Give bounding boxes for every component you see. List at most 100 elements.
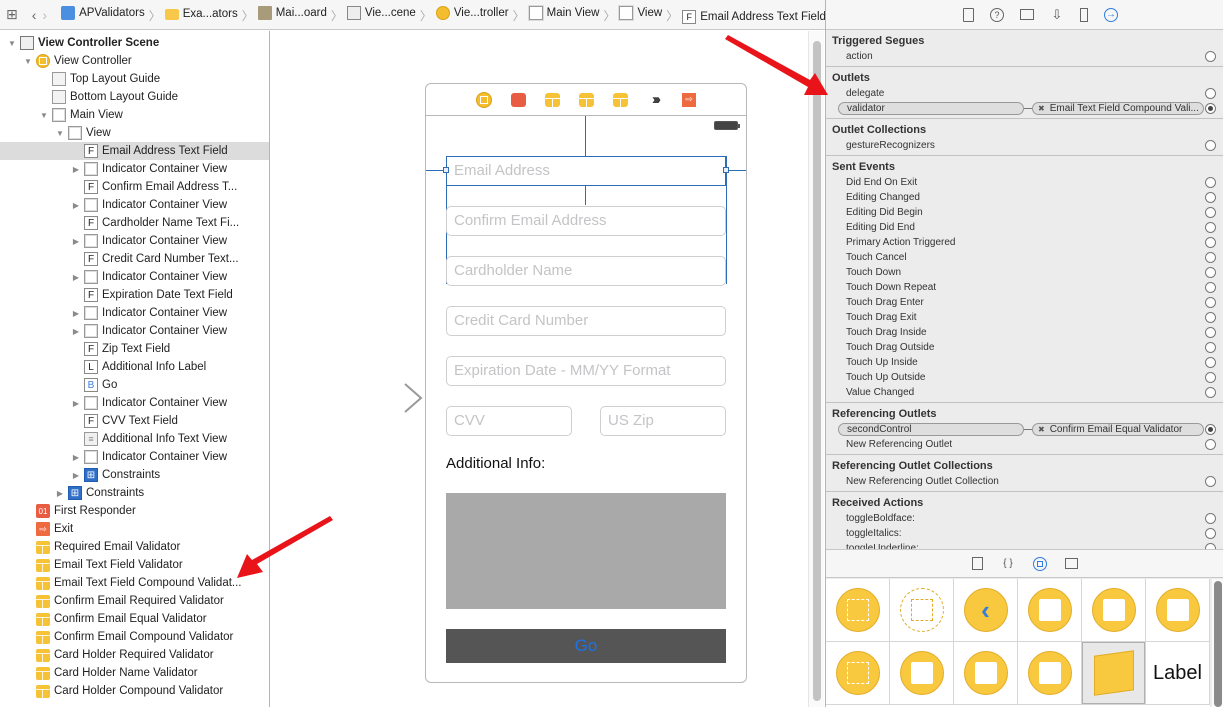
resize-handle[interactable]	[443, 167, 449, 173]
connection-circle-icon[interactable]	[1205, 222, 1216, 233]
connection-circle-icon[interactable]	[1205, 387, 1216, 398]
outline-item[interactable]: L Additional Info Label	[0, 358, 269, 376]
connection-circle-icon[interactable]	[1205, 476, 1216, 487]
connection-circle-icon[interactable]	[1205, 140, 1216, 151]
outline-item[interactable]: F CVV Text Field	[0, 412, 269, 430]
canvas-scrollbar[interactable]	[808, 31, 824, 707]
connection-circle-icon[interactable]	[1205, 192, 1216, 203]
outline-item[interactable]: ▶ ⊞ Constraints	[0, 466, 269, 484]
back-button[interactable]: ‹	[32, 7, 37, 23]
connection-circle-icon[interactable]	[1205, 297, 1216, 308]
more-chevrons-icon[interactable]: ›››	[647, 91, 663, 108]
outline-item[interactable]: ▶ Indicator Container View	[0, 448, 269, 466]
connection-circle-icon[interactable]	[1205, 513, 1216, 524]
outline-item[interactable]: ▶ Indicator Container View	[0, 268, 269, 286]
outline-item[interactable]: ▶ ⊞ Constraints	[0, 484, 269, 502]
outline-item[interactable]: F Zip Text Field	[0, 340, 269, 358]
size-inspector-icon[interactable]	[1080, 7, 1088, 22]
connection-circle-icon[interactable]	[1205, 312, 1216, 323]
attributes-inspector-icon[interactable]: ⇩	[1050, 7, 1064, 22]
label-object[interactable]: Label	[1146, 642, 1210, 705]
outline-item[interactable]: Card Holder Compound Validator	[0, 682, 269, 700]
disclosure-triangle-icon[interactable]: ▶	[71, 273, 81, 282]
breadcrumb-item[interactable]: F Email Address Text Field	[682, 9, 825, 24]
disclosure-triangle-icon[interactable]: ▼	[23, 57, 33, 66]
disclosure-triangle-icon[interactable]: ▶	[71, 237, 81, 246]
outline-item[interactable]: B Go	[0, 376, 269, 394]
breadcrumb-item[interactable]: Mai...oard	[257, 5, 327, 20]
connection-circle-icon[interactable]	[1205, 252, 1216, 263]
connection-circle-icon[interactable]	[1205, 177, 1216, 188]
credit-card-number-field[interactable]: Credit Card Number	[446, 306, 726, 336]
object-library-icon[interactable]	[1033, 556, 1047, 571]
disclosure-triangle-icon[interactable]: ▼	[55, 129, 65, 138]
collection-view-controller-object[interactable]	[1082, 579, 1146, 642]
connection-circle-icon[interactable]	[1205, 237, 1216, 248]
related-items-icon[interactable]: ⊞	[6, 6, 18, 23]
media-library-icon[interactable]	[1065, 558, 1078, 569]
forward-button[interactable]: ›	[42, 7, 47, 23]
outline-item[interactable]: ▼ View Controller Scene	[0, 34, 269, 52]
object-cube-icon[interactable]	[545, 92, 560, 107]
split-view-controller-object[interactable]	[826, 642, 890, 705]
breadcrumb-item[interactable]: Exa...ators	[164, 8, 238, 20]
expiration-date-field[interactable]: Expiration Date - MM/YY Format	[446, 356, 726, 386]
storyboard-canvas[interactable]: ››› ⇨ Email Address Confirm Email Addres…	[271, 31, 808, 707]
outline-item[interactable]: ▶ Indicator Container View	[0, 304, 269, 322]
identity-inspector-icon[interactable]	[1020, 9, 1034, 20]
outline-item[interactable]: ▼ View	[0, 124, 269, 142]
disclosure-triangle-icon[interactable]: ▶	[71, 453, 81, 462]
cardholder-name-field[interactable]: Cardholder Name	[446, 256, 726, 286]
connection-circle-icon[interactable]	[1205, 372, 1216, 383]
connection-circle-icon[interactable]	[1205, 207, 1216, 218]
cvv-field[interactable]: CVV	[446, 406, 572, 436]
connection-source-pill[interactable]: validator	[838, 102, 1024, 115]
connection-circle-icon[interactable]	[1205, 88, 1216, 99]
disclosure-triangle-icon[interactable]: ▶	[55, 489, 65, 498]
connections-inspector-icon[interactable]: →	[1104, 7, 1118, 22]
outline-item[interactable]: Bottom Layout Guide	[0, 88, 269, 106]
zip-field[interactable]: US Zip	[600, 406, 726, 436]
outline-item[interactable]: Confirm Email Equal Validator	[0, 610, 269, 628]
connection-target-pill[interactable]: ✖ Confirm Email Equal Validator	[1032, 423, 1204, 436]
disclosure-triangle-icon[interactable]: ▶	[71, 309, 81, 318]
code-snippet-library-icon[interactable]: { }	[1001, 557, 1015, 571]
tab-bar-controller-object[interactable]	[1146, 579, 1210, 642]
breadcrumb-item[interactable]: Main View	[527, 4, 599, 21]
disclosure-triangle-icon[interactable]: ▶	[71, 471, 81, 480]
outline-item[interactable]: Confirm Email Required Validator	[0, 592, 269, 610]
outline-item[interactable]: ▶ Indicator Container View	[0, 196, 269, 214]
outline-item[interactable]: 01 First Responder	[0, 502, 269, 520]
connection-circle-icon[interactable]	[1205, 282, 1216, 293]
outline-item[interactable]: F Cardholder Name Text Fi...	[0, 214, 269, 232]
connection-circle-icon[interactable]	[1205, 51, 1216, 62]
connection-circle-icon[interactable]	[1205, 439, 1216, 450]
outline-item[interactable]: F Confirm Email Address T...	[0, 178, 269, 196]
outline-item[interactable]: F Email Address Text Field	[0, 142, 269, 160]
connection-circle-icon[interactable]	[1205, 327, 1216, 338]
outline-item[interactable]: Email Text Field Compound Validat...	[0, 574, 269, 592]
glkit-view-controller-object[interactable]	[954, 642, 1018, 705]
confirm-email-field[interactable]: Confirm Email Address	[446, 206, 726, 236]
outline-item[interactable]: ▼ Main View	[0, 106, 269, 124]
outline-item[interactable]: Required Email Validator	[0, 538, 269, 556]
object-cube-icon[interactable]	[613, 92, 628, 107]
outline-item[interactable]: F Expiration Date Text Field	[0, 286, 269, 304]
connected-circle-icon[interactable]	[1205, 424, 1216, 435]
av-player-view-controller-object[interactable]	[1018, 642, 1082, 705]
file-inspector-icon[interactable]	[963, 7, 974, 22]
outline-item[interactable]: ≡ Additional Info Text View	[0, 430, 269, 448]
connected-circle-icon[interactable]	[1205, 103, 1216, 114]
outline-item[interactable]: Card Holder Name Validator	[0, 664, 269, 682]
resize-handle[interactable]	[723, 167, 729, 173]
outline-item[interactable]: ▶ Indicator Container View	[0, 394, 269, 412]
additional-info-text-view[interactable]	[446, 493, 726, 609]
outline-item[interactable]: ▶ Indicator Container View	[0, 232, 269, 250]
additional-info-label[interactable]: Additional Info:	[446, 455, 545, 472]
connection-source-pill[interactable]: secondControl	[838, 423, 1024, 436]
outline-item[interactable]: ▶ Indicator Container View	[0, 322, 269, 340]
navigation-controller-object[interactable]: ‹	[954, 579, 1018, 642]
outline-item[interactable]: Card Holder Required Validator	[0, 646, 269, 664]
email-address-field[interactable]: Email Address	[446, 156, 726, 186]
view-controller-object[interactable]	[826, 579, 890, 642]
